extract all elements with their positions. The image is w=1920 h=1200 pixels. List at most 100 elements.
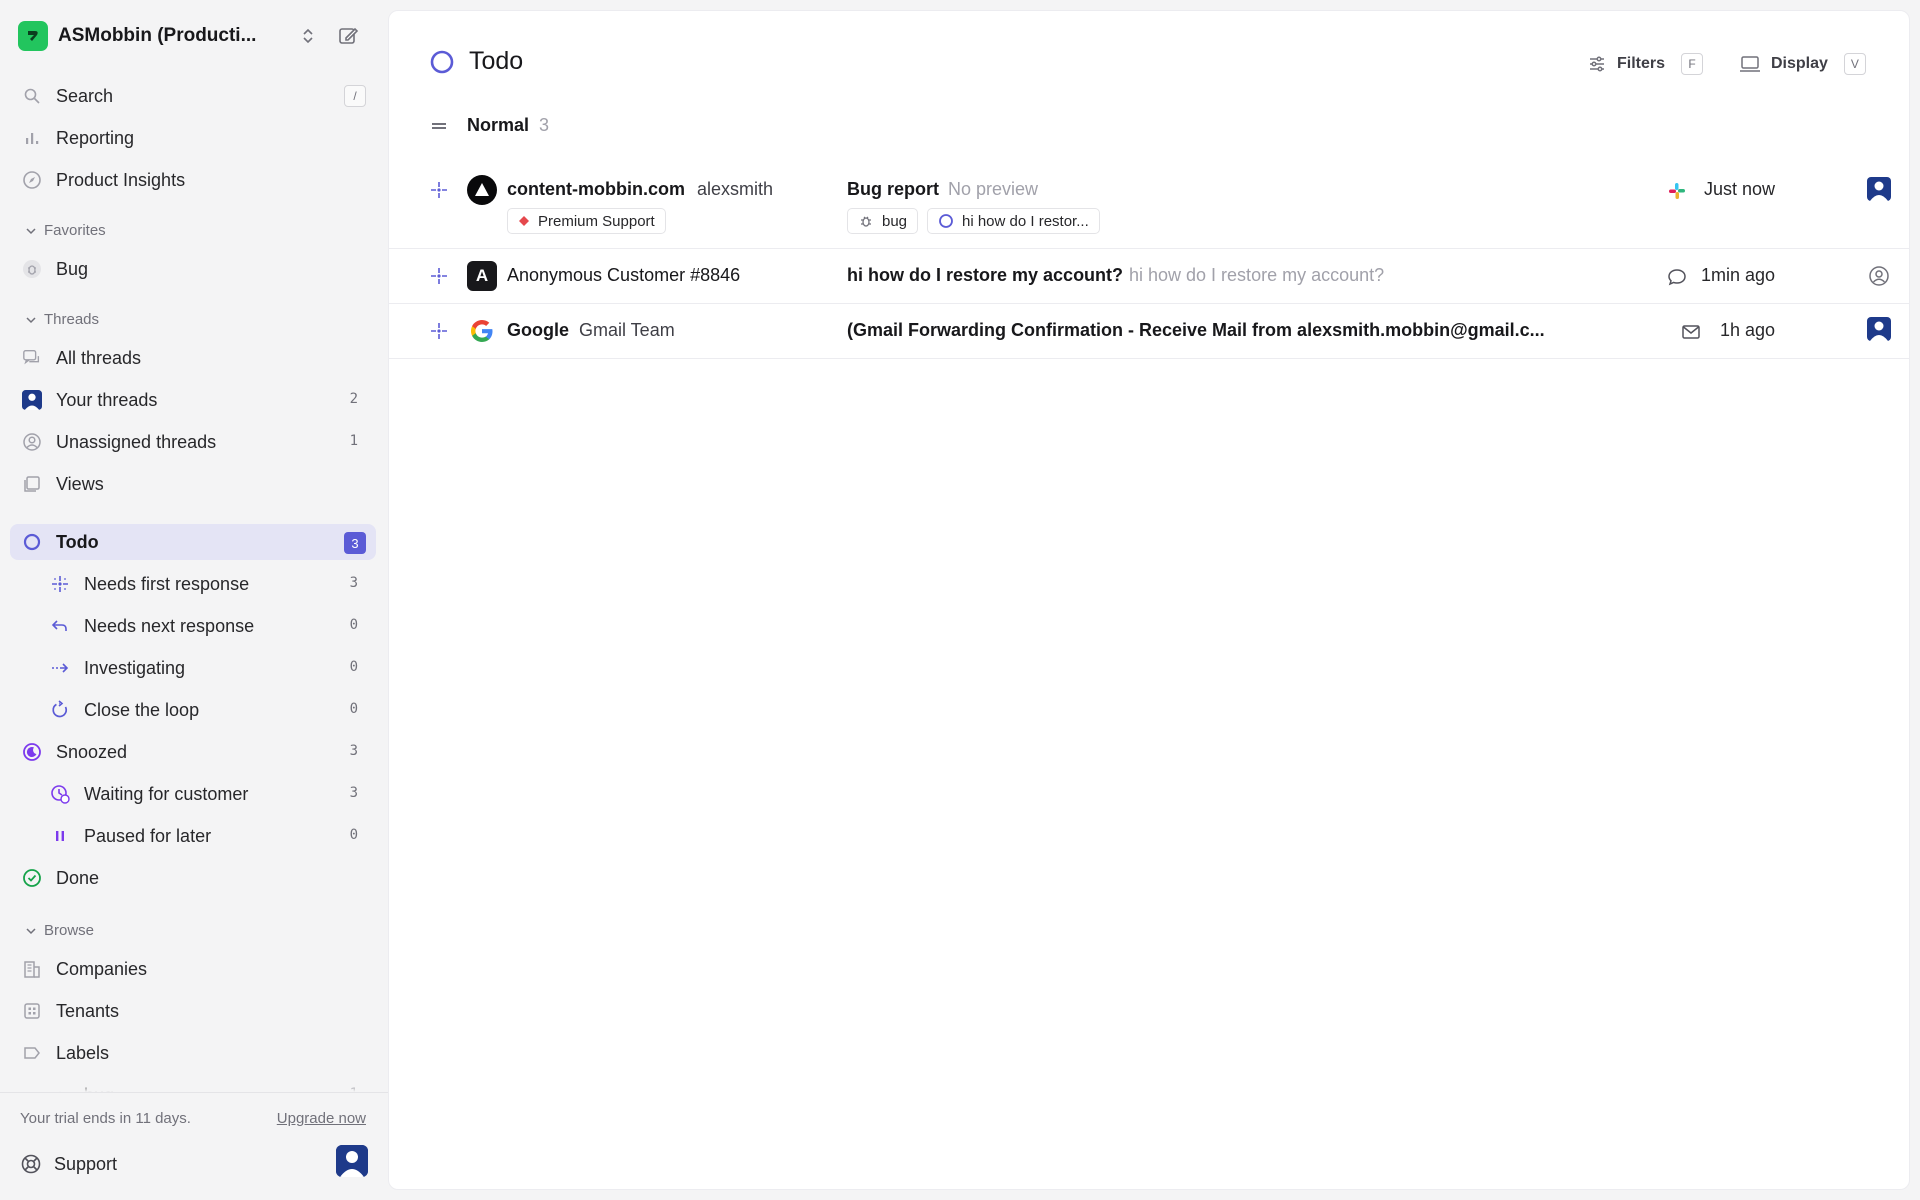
thread-row[interactable]: Google Gmail Team (Gmail Forwarding Conf… [389, 304, 1909, 359]
filters-button[interactable]: Filters F [1587, 51, 1704, 77]
sidebar-item-reporting[interactable]: Reporting [10, 120, 376, 156]
threads-section-toggle[interactable]: Threads [24, 311, 99, 328]
sidebar-item-waiting-for-customer[interactable]: Waiting for customer 3 [10, 776, 376, 812]
thread-row[interactable]: A Anonymous Customer #8846 hi how do I r… [389, 249, 1909, 304]
building-icon [22, 959, 42, 979]
sidebar-item-companies[interactable]: Companies [10, 951, 376, 987]
compose-icon[interactable] [336, 24, 360, 48]
trial-notice: Your trial ends in 11 days. [20, 1110, 191, 1127]
sidebar-item-label: All threads [56, 348, 142, 368]
search-icon [22, 86, 42, 106]
upgrade-link[interactable]: Upgrade now [277, 1110, 366, 1127]
sidebar-item-bug[interactable]: Bug [10, 251, 376, 287]
sidebar-item-done[interactable]: Done [10, 860, 376, 896]
sidebar-item-snoozed[interactable]: Snoozed 3 [10, 734, 376, 770]
sidebar-item-product-insights[interactable]: Product Insights [10, 162, 376, 198]
sidebar-item-investigating[interactable]: Investigating 0 [10, 650, 376, 686]
sidebar-item-labels[interactable]: Labels [10, 1035, 376, 1071]
sidebar-item-views[interactable]: Views [10, 466, 376, 502]
sparkle-icon [50, 574, 70, 594]
favorites-heading: Favorites [44, 222, 106, 239]
sidebar-item-search[interactable]: Search / [10, 78, 376, 114]
sidebar-item-needs-first-response[interactable]: Needs first response 3 [10, 566, 376, 602]
chevron-down-icon [26, 927, 36, 934]
search-shortcut: / [344, 85, 366, 107]
status-count: 0 [349, 701, 358, 717]
sidebar-item-paused-for-later[interactable]: Paused for later 0 [10, 818, 376, 854]
sidebar-item-label: Tenants [56, 1001, 120, 1021]
views-icon [22, 474, 42, 494]
sidebar-item-label: Done [56, 868, 100, 888]
priority-normal-icon [432, 122, 446, 129]
display-button[interactable]: Display V [1739, 51, 1866, 77]
thread-row[interactable]: content-mobbin.com alexsmith Premium Sup… [389, 159, 1909, 249]
thread-company: content-mobbin.com [507, 179, 685, 199]
favorites-section-toggle[interactable]: Favorites [24, 222, 106, 239]
filters-shortcut: F [1681, 53, 1704, 75]
reply-arrow-icon [50, 616, 70, 636]
diamond-icon [519, 216, 529, 226]
laptop-icon [1740, 56, 1760, 72]
user-circle-icon [22, 432, 42, 452]
thread-subject: hi how do I restore my account? [847, 265, 1124, 285]
moon-clock-icon [22, 742, 42, 762]
sidebar-item-label: Needs first response [84, 574, 250, 594]
todo-circle-icon [939, 214, 953, 228]
bar-chart-icon [22, 128, 42, 148]
sidebar-item-label: Todo [56, 532, 99, 552]
status-count: 0 [349, 827, 358, 843]
mail-icon [1681, 322, 1701, 342]
group-name: Normal [467, 115, 530, 135]
sparkle-icon [429, 321, 449, 341]
sidebar-item-tenants[interactable]: Tenants [10, 993, 376, 1029]
filters-label: Filters [1617, 55, 1666, 72]
assignee-avatar[interactable] [1867, 317, 1891, 341]
chevron-up-down-icon[interactable] [298, 26, 318, 46]
sparkle-icon [429, 180, 449, 200]
support-button[interactable]: Support [20, 1149, 117, 1179]
thread-company: Google [507, 320, 569, 340]
sidebar-item-label: Needs next response [84, 616, 255, 636]
status-count: 3 [349, 743, 358, 759]
lifebuoy-icon [21, 1154, 41, 1174]
browse-section-toggle[interactable]: Browse [24, 922, 94, 939]
sidebar-item-label: Search [56, 86, 114, 106]
bug-icon [861, 216, 871, 227]
workspace-name: ASMobbin (Producti... [58, 25, 257, 46]
sidebar-item-label: Labels [56, 1043, 110, 1063]
check-circle-icon [22, 868, 42, 888]
grid-icon [22, 1001, 42, 1021]
linked-thread-chip[interactable]: hi how do I restor... [927, 208, 1100, 234]
sidebar-item-label: Unassigned threads [56, 432, 217, 452]
current-user-avatar[interactable] [336, 1145, 368, 1177]
thread-time: Just now [1703, 179, 1775, 199]
sidebar-item-label: Product Insights [56, 170, 186, 190]
bug-icon [22, 259, 42, 279]
sidebar-item-label: Investigating [84, 658, 186, 678]
unassigned-icon[interactable] [1867, 264, 1891, 288]
sidebar-item-your-threads[interactable]: Your threads 2 [10, 382, 376, 418]
customer-avatar: A [467, 261, 497, 291]
sidebar-item-label: Paused for later [84, 826, 212, 846]
page-title: Todo [469, 47, 524, 75]
thread-company: Anonymous Customer #8846 [507, 265, 741, 285]
tier-badge: Premium Support [507, 208, 666, 234]
pause-icon [50, 826, 70, 846]
sliders-icon [1590, 56, 1604, 72]
label-chip-bug[interactable]: bug [847, 208, 919, 234]
sidebar-item-close-the-loop[interactable]: Close the loop 0 [10, 692, 376, 728]
display-shortcut: V [1843, 53, 1866, 75]
assignee-avatar[interactable] [1867, 177, 1891, 201]
chevron-down-icon [26, 316, 36, 323]
sidebar-item-todo[interactable]: Todo 3 [10, 524, 376, 560]
user-avatar-icon [22, 390, 42, 410]
workspace-header[interactable]: ASMobbin (Producti... [18, 20, 370, 52]
sidebar-item-unassigned-threads[interactable]: Unassigned threads 1 [10, 424, 376, 460]
company-avatar [467, 175, 497, 205]
priority-group-header[interactable]: Normal 3 [429, 115, 549, 136]
thread-preview: hi how do I restore my account? [1129, 265, 1385, 285]
sidebar-item-needs-next-response[interactable]: Needs next response 0 [10, 608, 376, 644]
sidebar-item-all-threads[interactable]: All threads [10, 340, 376, 376]
sidebar: ASMobbin (Producti... Search / Reporting… [0, 0, 388, 1200]
display-label: Display [1771, 55, 1828, 72]
